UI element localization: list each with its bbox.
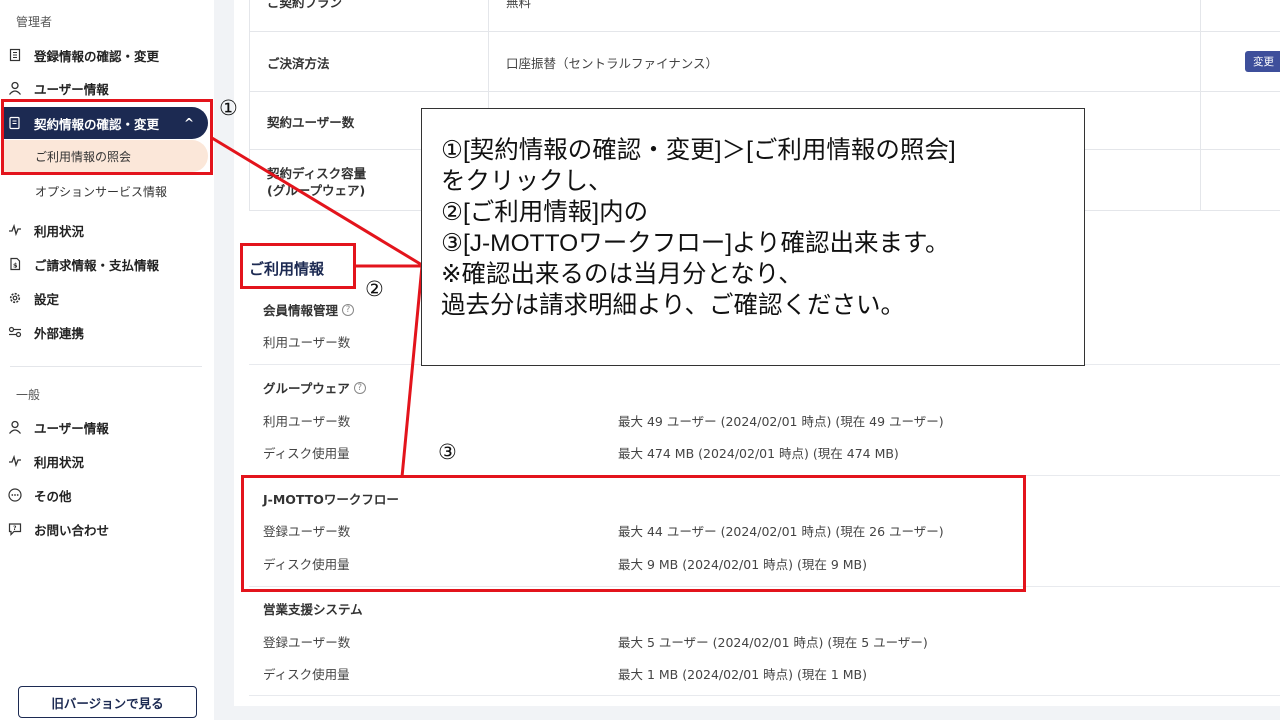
person-icon: [8, 420, 22, 434]
svg-text:?: ?: [13, 525, 17, 532]
usage-row-label: 利用ユーザー数: [263, 414, 351, 429]
sidebar-item-label: 利用状況: [34, 454, 85, 470]
group-title-text: 営業支援システム: [263, 602, 363, 617]
sidebar-item-label: ご請求情報・支払情報: [34, 257, 160, 273]
pulse-icon: [8, 454, 22, 468]
sidebar-divider: [10, 366, 202, 367]
sidebar-item-usage-status[interactable]: 利用状況: [8, 215, 208, 245]
sidebar-item-external[interactable]: 外部連携: [8, 317, 208, 347]
contract-label: 契約ユーザー数: [267, 115, 355, 130]
contract-row-payment: ご決済方法 口座振替（セントラルファイナンス）: [250, 32, 1280, 92]
callout-line: 過去分は請求明細より、ご確認ください。: [441, 292, 906, 319]
change-payment-button[interactable]: 変更: [1245, 51, 1280, 72]
usage-row-label: ディスク使用量: [263, 446, 350, 461]
sidebar-item-settings[interactable]: 設定: [8, 283, 208, 313]
help-icon[interactable]: ?: [353, 381, 366, 394]
usage-row-label: ディスク使用量: [263, 667, 350, 682]
link-icon: [8, 325, 22, 339]
invoice-icon: $: [8, 257, 22, 271]
pulse-icon: [8, 223, 22, 237]
group-title-sales-support: 営業支援システム: [263, 599, 363, 618]
sidebar-item-other[interactable]: その他: [8, 480, 208, 510]
sidebar-item-label: 利用状況: [34, 223, 85, 239]
usage-row-label: 登録ユーザー数: [263, 635, 351, 650]
chat-icon: ?: [8, 522, 22, 536]
building-icon: [8, 48, 22, 62]
sidebar-item-billing[interactable]: $ ご請求情報・支払情報: [8, 249, 208, 279]
contract-label: ご契約プラン: [267, 0, 343, 10]
callout-line: ※確認出来るのは当月分となり、: [441, 261, 803, 288]
callout-line: ③[J-MOTTOワークフロー]より確認出来ます。: [441, 230, 950, 257]
old-version-button[interactable]: 旧バージョンで見る: [18, 686, 197, 718]
marker-3: ③: [438, 440, 457, 464]
usage-row-value: 最大 5 ユーザー (2024/02/01 時点) (現在 5 ユーザー): [618, 635, 928, 650]
sidebar-item-label: お問い合わせ: [34, 522, 110, 538]
contract-label: ご決済方法: [267, 56, 330, 71]
marker-1: ①: [219, 96, 238, 120]
gear-icon: [8, 291, 22, 305]
sidebar-item-general-usage[interactable]: 利用状況: [8, 446, 208, 476]
group-divider: [249, 695, 1280, 696]
sidebar-item-label: 登録情報の確認・変更: [34, 48, 160, 64]
person-icon: [8, 81, 22, 95]
more-icon: [8, 488, 22, 502]
group-title-text: 会員情報管理: [263, 303, 339, 318]
section-title-admin: 管理者: [16, 15, 53, 29]
sidebar-item-general-users[interactable]: ユーザー情報: [8, 412, 208, 442]
usage-row-value: 最大 49 ユーザー (2024/02/01 時点) (現在 49 ユーザー): [618, 414, 944, 429]
svg-text:$: $: [13, 262, 18, 270]
callout-line: ②[ご利用情報]内の: [441, 199, 649, 226]
contract-value: 口座振替（セントラルファイナンス）: [506, 56, 719, 71]
sidebar-subitem-label: オプションサービス情報: [35, 184, 168, 199]
group-title-groupware: グループウェア ?: [263, 378, 366, 397]
sidebar-item-contact[interactable]: ? お問い合わせ: [8, 514, 208, 544]
sidebar-item-label: 外部連携: [34, 325, 85, 341]
callout-line: をクリックし、: [441, 168, 613, 195]
contract-value: 無料: [506, 0, 532, 10]
sidebar-item-label: 設定: [34, 291, 60, 307]
highlight-box-workflow: [241, 475, 1026, 592]
sidebar-item-label: ユーザー情報: [34, 420, 109, 436]
sidebar-item-label: ユーザー情報: [34, 81, 109, 97]
highlight-box-usage-title: [240, 243, 356, 289]
help-icon[interactable]: ?: [342, 303, 355, 316]
contract-label-sub: (グループウェア): [267, 183, 366, 198]
usage-row-value: 最大 474 MB (2024/02/01 時点) (現在 474 MB): [618, 446, 899, 461]
usage-row-value: 最大 1 MB (2024/02/01 時点) (現在 1 MB): [618, 667, 867, 682]
annotation-callout: ①[契約情報の確認・変更]＞[ご利用情報の照会] をクリックし、 ②[ご利用情報…: [421, 108, 1085, 366]
callout-line: ①[契約情報の確認・変更]＞[ご利用情報の照会]: [441, 137, 956, 164]
group-title-member-management: 会員情報管理 ?: [263, 300, 355, 319]
sidebar-item-label: その他: [34, 488, 72, 504]
sidebar-subitem-option-services[interactable]: オプションサービス情報: [3, 175, 208, 207]
sidebar-item-registration[interactable]: 登録情報の確認・変更: [8, 40, 208, 70]
highlight-box-menu: [1, 99, 213, 175]
section-title-general: 一般: [16, 388, 41, 402]
usage-row-label: 利用ユーザー数: [263, 335, 351, 350]
marker-2: ②: [365, 277, 384, 301]
group-title-text: グループウェア: [263, 381, 350, 396]
contract-row-plan: ご契約プラン 無料: [250, 0, 1280, 32]
